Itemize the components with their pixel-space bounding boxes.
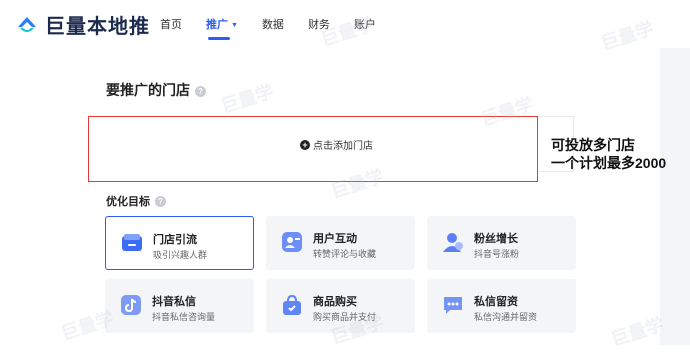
goal-card-title: 私信留资 xyxy=(474,296,518,308)
goal-card-subtitle: 吸引兴趣人群 xyxy=(153,250,208,260)
store-section-title-text: 要推广的门店 xyxy=(106,82,190,98)
store-icon xyxy=(122,234,142,251)
user-icon xyxy=(443,233,463,252)
nav-home[interactable]: 首页 xyxy=(160,16,182,32)
goal-card-user-interaction[interactable]: 用户互动 转赞评论与收藏 xyxy=(266,216,415,270)
nav-data[interactable]: 数据 xyxy=(262,16,284,32)
goal-card-subtitle: 抖音私信咨询量 xyxy=(152,312,216,322)
goal-card-title: 抖音私信 xyxy=(152,296,196,308)
top-bar: 巨量本地推 首页 推广 ▼ 数据 财务 账户 xyxy=(0,0,690,48)
main-nav: 首页 推广 ▼ 数据 财务 账户 xyxy=(160,16,400,40)
plus-circle-icon: + xyxy=(300,139,310,150)
goal-card-subtitle: 转赞评论与收藏 xyxy=(313,249,377,259)
goal-card-store-traffic[interactable]: 门店引流 吸引兴趣人群 xyxy=(105,216,254,270)
nav-promotion[interactable]: 推广 ▼ xyxy=(206,16,238,40)
left-margin xyxy=(0,48,72,345)
help-icon[interactable]: ? xyxy=(195,86,206,97)
nav-account[interactable]: 账户 xyxy=(354,16,376,32)
brand-name: 巨量本地推 xyxy=(45,16,150,38)
goal-card-subtitle: 私信沟通并留资 xyxy=(474,312,538,322)
goal-card-title: 门店引流 xyxy=(153,234,197,246)
goal-card-subtitle: 抖音号涨粉 xyxy=(474,249,520,259)
annotation-note: 可投放多门店 一个计划最多2000 xyxy=(551,136,666,172)
brand-logo[interactable]: 巨量本地推 xyxy=(14,10,150,39)
goal-card-product-purchase[interactable]: 商品购买 购买商品并支付 xyxy=(266,279,415,333)
goal-section-title-text: 优化目标 xyxy=(106,196,150,208)
douyin-message-icon xyxy=(121,295,141,315)
brand-logo-icon xyxy=(18,16,36,32)
store-section-title: 要推广的门店? xyxy=(106,80,206,100)
goal-card-douyin-message[interactable]: 抖音私信 抖音私信咨询量 xyxy=(105,279,254,333)
right-margin xyxy=(660,48,690,345)
annotation-line-2: 一个计划最多2000 xyxy=(551,155,667,171)
shopping-bag-icon xyxy=(283,294,301,315)
help-icon[interactable]: ? xyxy=(155,196,166,207)
goal-card-title: 商品购买 xyxy=(313,296,357,308)
chevron-down-icon: ▼ xyxy=(231,22,238,29)
goal-section-title: 优化目标? xyxy=(106,193,166,209)
user-card-icon xyxy=(282,232,302,252)
goal-card-fans-growth[interactable]: 粉丝增长 抖音号涨粉 xyxy=(427,216,576,270)
nav-finance[interactable]: 财务 xyxy=(308,16,330,32)
add-store-button[interactable]: + 点击添加门店 xyxy=(300,137,373,152)
nav-promotion-label: 推广 xyxy=(206,19,228,31)
goal-card-subtitle: 购买商品并支付 xyxy=(313,312,377,322)
annotation-line-1: 可投放多门店 xyxy=(551,137,635,153)
goal-card-title: 用户互动 xyxy=(313,233,357,245)
goal-card-message-lead[interactable]: 私信留资 私信沟通并留资 xyxy=(427,279,576,333)
chat-icon xyxy=(444,297,462,314)
goal-card-title: 粉丝增长 xyxy=(474,233,518,245)
add-store-label: 点击添加门店 xyxy=(313,141,373,152)
